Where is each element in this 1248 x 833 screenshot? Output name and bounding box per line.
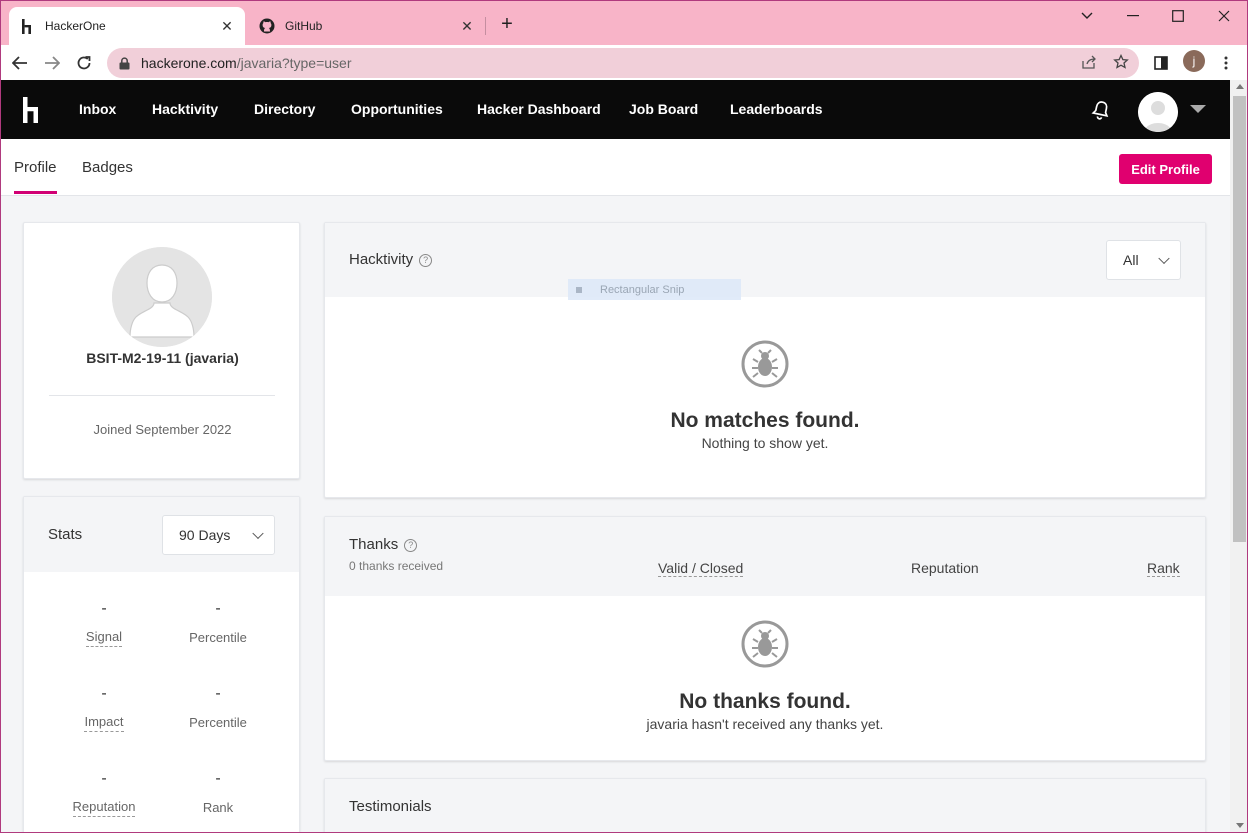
scroll-down-arrow-icon[interactable]: [1236, 823, 1244, 828]
signal-label[interactable]: Signal: [44, 629, 164, 647]
signal-value: -: [101, 600, 107, 617]
maximize-icon[interactable]: [1168, 7, 1188, 25]
edit-profile-button[interactable]: Edit Profile: [1119, 154, 1212, 184]
tab-title: HackerOne: [45, 19, 106, 33]
share-icon[interactable]: [1081, 53, 1099, 71]
new-tab-icon[interactable]: +: [497, 14, 517, 34]
notifications-bell-icon[interactable]: [1091, 100, 1111, 120]
divider: [49, 395, 275, 396]
reputation-column: Reputation: [911, 560, 979, 576]
empty-state-title: No thanks found.: [679, 690, 851, 713]
side-panel-icon[interactable]: [1151, 53, 1171, 73]
rank-column[interactable]: Rank: [1147, 560, 1180, 577]
url-host: hackerone.com: [141, 55, 237, 71]
signal-percentile-value: -: [215, 600, 221, 617]
valid-closed-column[interactable]: Valid / Closed: [658, 560, 744, 577]
bug-icon: [741, 620, 789, 668]
bug-icon: [741, 340, 789, 388]
rank-label: Rank: [202, 800, 234, 815]
tab-strip: HackerOne ✕ GitHub ✕ +: [1, 1, 1247, 45]
tab-github[interactable]: GitHub ✕: [249, 7, 485, 45]
user-menu-caret-icon[interactable]: [1190, 105, 1206, 113]
tab-badges[interactable]: Badges: [82, 159, 133, 176]
tab-search-icon[interactable]: [1077, 7, 1097, 25]
nav-inbox[interactable]: Inbox: [79, 101, 116, 117]
snip-label: Rectangular Snip: [600, 283, 685, 296]
forward-icon[interactable]: [41, 52, 63, 74]
hacktivity-filter-select[interactable]: All: [1106, 240, 1181, 280]
signal-percentile-label: Percentile: [189, 630, 247, 645]
github-icon: [259, 18, 275, 34]
empty-state-subtitle: Nothing to show yet.: [701, 435, 829, 451]
lock-icon: [119, 56, 133, 70]
more-menu-icon[interactable]: [1216, 53, 1236, 73]
bookmark-star-icon[interactable]: [1112, 53, 1130, 71]
hackerone-icon: [19, 18, 35, 34]
hacktivity-filter-value: All: [1123, 252, 1139, 268]
thanks-header: Thanks? 0 thanks received Valid / Closed…: [325, 517, 1205, 596]
rectangular-snip-overlay: Rectangular Snip: [568, 279, 741, 300]
user-avatar[interactable]: [1138, 92, 1178, 132]
scroll-up-arrow-icon[interactable]: [1236, 84, 1244, 89]
nav-opportunities[interactable]: Opportunities: [351, 101, 443, 117]
tab-title: GitHub: [285, 19, 323, 33]
stats-card: Stats 90 Days - Signal - Percentile - Im…: [23, 496, 300, 832]
reputation-label[interactable]: Reputation: [44, 799, 164, 817]
thanks-count: 0 thanks received: [349, 559, 444, 573]
minimize-icon[interactable]: [1123, 7, 1143, 25]
address-bar[interactable]: hackerone.com/javaria?type=user: [107, 48, 1139, 78]
close-window-icon[interactable]: [1214, 7, 1234, 25]
tab-hackerone[interactable]: HackerOne ✕: [9, 7, 245, 45]
hacktivity-header: Hacktivity? All: [325, 223, 1205, 297]
impact-label[interactable]: Impact: [44, 714, 164, 732]
thanks-title: Thanks?: [349, 536, 418, 553]
impact-percentile-value: -: [215, 685, 221, 702]
thanks-card: Thanks? 0 thanks received Valid / Closed…: [324, 516, 1206, 761]
joined-date: Joined September 2022: [93, 422, 232, 437]
nav-leaderboards[interactable]: Leaderboards: [730, 101, 823, 117]
empty-state-title: No matches found.: [670, 409, 860, 432]
tab-separator: [485, 17, 486, 35]
impact-value: -: [101, 685, 107, 702]
snip-icon: [576, 286, 582, 293]
hacktivity-title: Hacktivity?: [349, 251, 433, 268]
site-navbar: Inbox Hacktivity Directory Opportunities…: [1, 80, 1230, 139]
stats-title: Stats: [48, 526, 83, 543]
testimonials-card: Testimonials: [324, 778, 1206, 832]
stats-header: Stats 90 Days: [24, 497, 299, 572]
page-scrollbar[interactable]: [1230, 80, 1247, 832]
rank-value: -: [215, 770, 221, 787]
browser-profile-avatar[interactable]: j: [1183, 50, 1205, 72]
scrollbar-thumb[interactable]: [1233, 96, 1246, 542]
impact-percentile-label: Percentile: [189, 715, 247, 730]
browser-toolbar: hackerone.com/javaria?type=user j: [1, 45, 1247, 80]
url-path: /javaria?type=user: [236, 55, 352, 71]
browser-window: HackerOne ✕ GitHub ✕ + hackerone.com /ja…: [0, 0, 1248, 833]
stats-period-select[interactable]: 90 Days: [162, 515, 275, 555]
testimonials-title: Testimonials: [349, 798, 432, 815]
testimonials-header: Testimonials: [325, 779, 1205, 832]
help-icon[interactable]: ?: [419, 254, 433, 267]
hackerone-logo[interactable]: [21, 97, 41, 123]
close-tab-icon[interactable]: ✕: [459, 18, 475, 34]
reputation-value: -: [101, 770, 107, 787]
profile-name: BSIT-M2-19-11 (javaria): [86, 350, 239, 366]
back-icon[interactable]: [9, 52, 31, 74]
stats-period-value: 90 Days: [179, 527, 231, 543]
chevron-down-icon: [252, 527, 264, 540]
profile-subtabs: Profile Badges Edit Profile: [1, 139, 1230, 196]
nav-hacker-dashboard[interactable]: Hacker Dashboard: [477, 101, 601, 117]
help-icon[interactable]: ?: [404, 539, 418, 552]
nav-hacktivity[interactable]: Hacktivity: [152, 101, 218, 117]
tab-profile[interactable]: Profile: [14, 159, 57, 194]
nav-directory[interactable]: Directory: [254, 101, 315, 117]
nav-job-board[interactable]: Job Board: [629, 101, 698, 117]
chevron-down-icon: [1158, 252, 1170, 265]
profile-card: BSIT-M2-19-11 (javaria) Joined September…: [23, 222, 300, 479]
profile-avatar: [112, 247, 212, 347]
reload-icon[interactable]: [73, 52, 95, 74]
hacktivity-card: Hacktivity? All No matches found. Nothin…: [324, 222, 1206, 498]
close-tab-icon[interactable]: ✕: [219, 18, 235, 34]
empty-state-subtitle: javaria hasn't received any thanks yet.: [646, 716, 884, 732]
